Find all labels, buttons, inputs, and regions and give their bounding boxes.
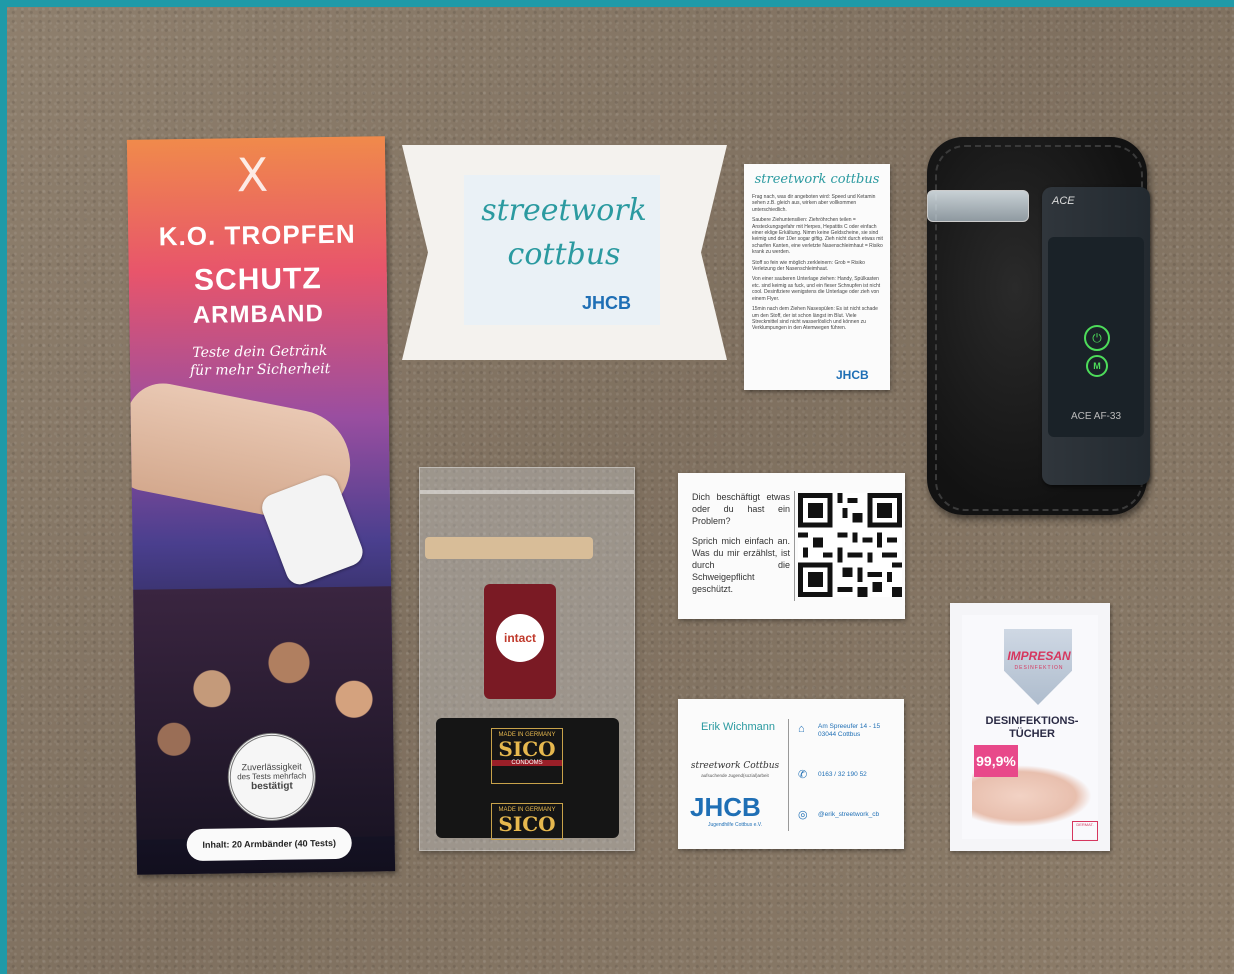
flyer-tagline: Teste dein Getränk für mehr Sicherheit <box>160 342 360 381</box>
wipe-title-1: DESINFEKTIONS- <box>985 715 1079 727</box>
percent-value: 99,9% <box>976 753 1016 769</box>
info-paragraph: Saubere Ziehuntensilien: Ziehröhrchen te… <box>752 217 883 256</box>
instagram-handle: @erik_streetwork_cb <box>818 811 880 818</box>
address-line-2: 03044 Cottbus <box>818 731 861 738</box>
info-card-body: Frag nach, was dir angeboten wird: Speed… <box>752 194 884 336</box>
sico-label: MADE IN GERMANY SICO CONDOMS <box>491 728 563 784</box>
info-card-title: streetwork cottbus <box>754 172 880 187</box>
contact-name: Erik Wichmann <box>701 721 775 733</box>
device-brand: ACE <box>1052 195 1075 207</box>
intact-condom: intact <box>484 584 556 699</box>
info-paragraph: 15min nach dem Ziehen Nasespülen: Es ist… <box>752 306 878 332</box>
wipe-title-2: TÜCHER <box>1009 728 1055 740</box>
home-icon: ⌂ <box>798 723 805 735</box>
sico-name: SICO <box>498 737 556 761</box>
sico-condom: MADE IN GERMANY SICO CONDOMS MADE IN GER… <box>436 718 619 840</box>
flyer-headline: K.O. TROPFEN <box>158 218 356 252</box>
x-logo-icon: X <box>236 147 269 203</box>
business-card: Erik Wichmann streetwork Cottbus aufsuch… <box>678 699 904 849</box>
flyer-subtitle: ARMBAND <box>192 300 324 329</box>
phone-number: 0163 / 32 190 52 <box>818 771 867 778</box>
flyer-content-label: Inhalt: 20 Armbänder (40 Tests) <box>186 826 352 862</box>
ko-tropfen-flyer: X K.O. TROPFEN SCHUTZ ARMBAND Teste dein… <box>126 136 396 875</box>
address: Am Spreeufer 14 - 15 03044 Cottbus <box>818 723 880 739</box>
intact-logo: intact <box>496 614 544 662</box>
phone-icon: ✆ <box>798 769 808 781</box>
zip-bag: intact MADE IN GERMANY SICO CONDOMS MADE… <box>419 467 635 851</box>
streetwork-sticker: streetwork cottbus JHCB <box>464 175 660 325</box>
mouthpiece <box>927 190 1029 222</box>
disinfection-wipe: IMPRESAN DESINFEKTION DESINFEKTIONS- TÜC… <box>950 603 1110 851</box>
mode-button: M <box>1086 355 1108 377</box>
divider <box>788 719 789 831</box>
org-tagline: aufsuchende Jugend(sozial)arbeit <box>701 773 769 778</box>
jhcb-logo-sub: Jugendhilfe Cottbus e.V. <box>708 822 763 828</box>
jhcb-logo: JHCB <box>690 792 761 822</box>
info-paragraph: Von einer sauberen Unterlage ziehen: Han… <box>752 276 881 302</box>
sniff-tube <box>425 537 593 559</box>
sticker-line-2: cottbus <box>507 237 621 272</box>
bag-zip-seam <box>420 490 634 494</box>
sticker-line-1: streetwork <box>481 193 647 228</box>
wipe-title: DESINFEKTIONS- TÜCHER <box>966 715 1098 741</box>
jhcb-logo: JHCB <box>582 293 632 313</box>
sico-name: SICO <box>498 812 556 836</box>
flyer-title: SCHUTZ <box>193 262 322 297</box>
org-name: streetwork Cottbus <box>690 761 780 771</box>
breathalyzer-device: ACE ⏻ M ACE AF-33 <box>1042 187 1150 485</box>
info-paragraph: Frag nach, was dir angeboten wird: Speed… <box>752 194 876 213</box>
jhcb-logo: JHCB <box>836 368 869 382</box>
qr-code-icon <box>798 493 902 597</box>
wipe-brand-sub: DESINFEKTION <box>1014 665 1064 671</box>
percent-badge: 99,9% <box>974 745 1018 777</box>
wipe-brand: IMPRESAN <box>1007 649 1071 663</box>
pillow-box: streetwork cottbus JHCB <box>402 145 727 360</box>
photo-frame: X K.O. TROPFEN SCHUTZ ARMBAND Teste dein… <box>0 0 1234 974</box>
power-icon: ⏻ <box>1084 325 1110 351</box>
info-paragraph: Stoff so fein wie möglich zerkleinern: G… <box>752 259 865 273</box>
qr-card-question: Dich beschäftigt etwas oder du hast ein … <box>692 492 790 526</box>
seal-line-3: bestätigt <box>251 780 293 793</box>
qr-card: Dich beschäftigt etwas oder du hast ein … <box>678 473 905 619</box>
sico-label-2: MADE IN GERMANY SICO <box>491 803 563 840</box>
instagram-icon: ◎ <box>798 809 808 821</box>
wipe-label: IMPRESAN DESINFEKTION DESINFEKTIONS- TÜC… <box>962 615 1098 841</box>
flyer-tagline-2: für mehr Sicherheit <box>189 361 331 379</box>
address-line-1: Am Spreeufer 14 - 15 <box>818 723 881 730</box>
divider <box>794 491 795 601</box>
device-screen: ⏻ M ACE AF-33 <box>1048 237 1144 437</box>
qr-card-message: Sprich mich einfach an. Was du mir erzäh… <box>692 536 790 594</box>
dermatology-seal: DERMAT. <box>1072 821 1098 841</box>
device-model: ACE AF-33 <box>1070 411 1122 422</box>
safer-use-info-card: streetwork cottbus Frag nach, was dir an… <box>744 164 890 390</box>
